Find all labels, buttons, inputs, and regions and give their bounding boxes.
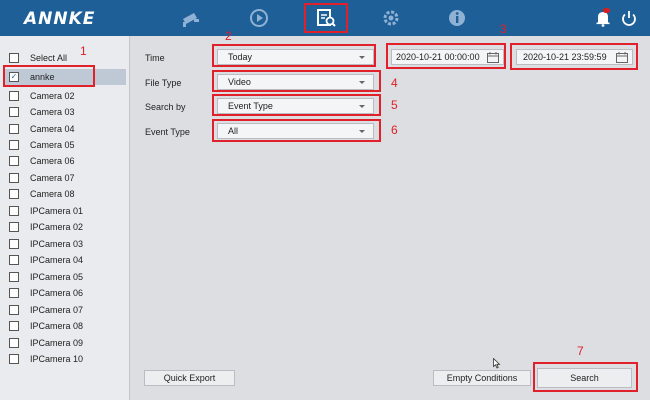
mouse-cursor-icon	[493, 357, 501, 371]
checkbox[interactable]	[9, 354, 19, 364]
camera-item[interactable]: Camera 04	[4, 121, 126, 137]
camera-label: IPCamera 03	[30, 239, 84, 249]
checkbox[interactable]	[9, 189, 19, 199]
checkbox[interactable]	[9, 255, 19, 265]
annke-logo: ANNKE	[24, 9, 96, 29]
camera-item[interactable]: IPCamera 08	[4, 318, 126, 334]
annotation-box-6	[212, 119, 381, 142]
camera-label: IPCamera 08	[30, 321, 84, 331]
camera-label: Camera 08	[30, 189, 75, 199]
settings-gear-icon[interactable]	[380, 7, 402, 29]
annotation-box-1	[3, 65, 95, 87]
camera-label: Camera 05	[30, 140, 75, 150]
checkbox[interactable]	[9, 173, 19, 183]
search-form-panel: Time Today 2020-10-21 00:00:00 2020-10-2…	[131, 36, 650, 400]
event-type-label: Event Type	[145, 127, 190, 137]
annotation-box-5	[212, 94, 381, 116]
camera-label: IPCamera 04	[30, 255, 84, 265]
camera-item[interactable]: Camera 06	[4, 153, 126, 169]
checkbox[interactable]	[9, 206, 19, 216]
search-by-label: Search by	[145, 102, 186, 112]
camera-label: IPCamera 02	[30, 222, 84, 232]
select-all-checkbox[interactable]: Select All	[4, 50, 126, 66]
camera-item[interactable]: Camera 02	[4, 88, 126, 104]
annotation-number-7: 7	[577, 344, 584, 358]
annotation-box-3b	[510, 43, 638, 70]
time-label: Time	[145, 53, 165, 63]
empty-conditions-button[interactable]: Empty Conditions	[433, 370, 531, 386]
camera-item[interactable]: IPCamera 02	[4, 219, 126, 235]
camera-label: IPCamera 01	[30, 206, 84, 216]
file-type-label: File Type	[145, 78, 182, 88]
camera-item[interactable]: Camera 08	[4, 186, 126, 202]
checkbox[interactable]	[9, 91, 19, 101]
checkbox[interactable]	[9, 338, 19, 348]
camera-item[interactable]: IPCamera 07	[4, 302, 126, 318]
camera-item[interactable]: Camera 03	[4, 104, 126, 120]
camera-item[interactable]: IPCamera 06	[4, 285, 126, 301]
annotation-number-2: 2	[225, 29, 232, 43]
checkbox[interactable]	[9, 53, 19, 63]
camera-icon[interactable]	[180, 7, 202, 29]
annotation-box-4	[212, 70, 381, 92]
camera-label: Camera 07	[30, 173, 75, 183]
info-icon[interactable]	[446, 7, 468, 29]
checkbox[interactable]	[9, 239, 19, 249]
checkbox[interactable]	[9, 321, 19, 331]
checkbox[interactable]	[9, 222, 19, 232]
camera-label: IPCamera 07	[30, 305, 84, 315]
camera-label: IPCamera 06	[30, 288, 84, 298]
power-icon[interactable]	[618, 7, 640, 29]
alarm-indicator-dot	[603, 8, 610, 13]
annotation-box-2	[212, 44, 376, 67]
annotation-number-5: 5	[391, 98, 398, 112]
camera-list-sidebar: Select All ✓ annke Camera 02 Camera 03 C…	[0, 36, 130, 400]
camera-label: IPCamera 10	[30, 354, 84, 364]
camera-item[interactable]: Camera 07	[4, 170, 126, 186]
camera-label: Camera 03	[30, 107, 75, 117]
camera-label: Camera 04	[30, 124, 75, 134]
camera-item[interactable]: IPCamera 09	[4, 335, 126, 351]
camera-item[interactable]: IPCamera 05	[4, 269, 126, 285]
playback-icon[interactable]	[248, 7, 270, 29]
checkbox[interactable]	[9, 107, 19, 117]
camera-item[interactable]: IPCamera 01	[4, 203, 126, 219]
checkbox[interactable]	[9, 305, 19, 315]
annotation-number-3: 3	[500, 22, 507, 36]
active-tab-highlight	[304, 3, 348, 33]
camera-label: IPCamera 09	[30, 338, 84, 348]
camera-label: Camera 02	[30, 91, 75, 101]
checkbox[interactable]	[9, 288, 19, 298]
checkbox[interactable]	[9, 272, 19, 282]
select-all-label: Select All	[30, 53, 68, 63]
camera-label: Camera 06	[30, 156, 75, 166]
camera-item[interactable]: IPCamera 03	[4, 236, 126, 252]
checkbox[interactable]	[9, 140, 19, 150]
checkbox[interactable]	[9, 156, 19, 166]
camera-label: IPCamera 05	[30, 272, 84, 282]
quick-export-button[interactable]: Quick Export	[144, 370, 235, 386]
annotation-number-1: 1	[80, 44, 87, 58]
camera-item[interactable]: Camera 05	[4, 137, 126, 153]
top-navigation-bar: ANNKE	[0, 0, 650, 36]
checkbox[interactable]	[9, 124, 19, 134]
camera-item[interactable]: IPCamera 10	[4, 351, 126, 367]
annotation-box-7	[533, 362, 638, 392]
annotation-box-3a	[386, 43, 506, 69]
camera-item[interactable]: IPCamera 04	[4, 252, 126, 268]
annotation-number-6: 6	[391, 123, 398, 137]
annotation-number-4: 4	[391, 76, 398, 90]
